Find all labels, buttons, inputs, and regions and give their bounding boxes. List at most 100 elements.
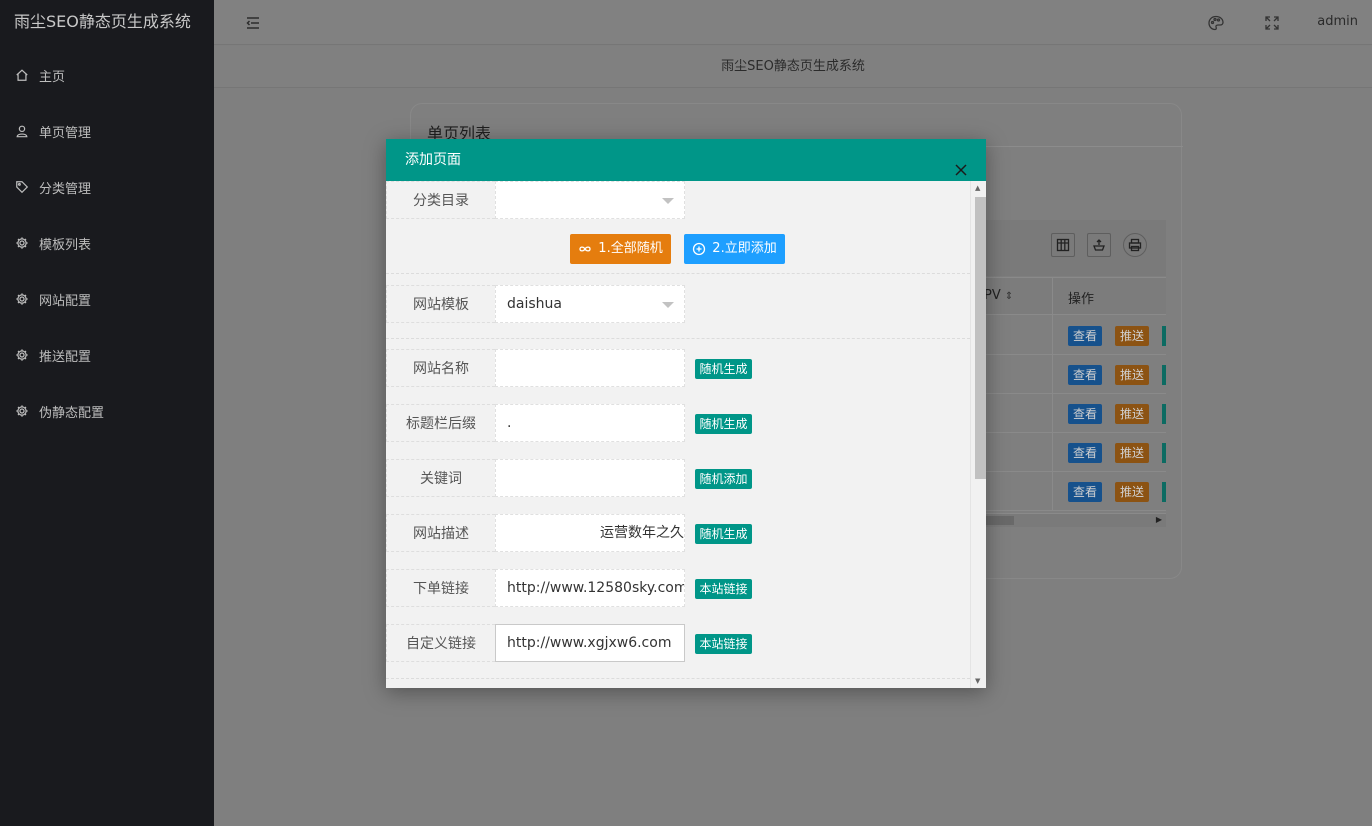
scrollbar-thumb[interactable] (975, 197, 986, 479)
column-header-pv[interactable]: PV ⇕ (984, 288, 1013, 303)
view-button[interactable]: 查看 (1068, 443, 1102, 463)
page-subtitle: 雨尘SEO静态页生成系统 (214, 46, 1372, 88)
sidebar-item-pages[interactable]: 单页管理 (0, 111, 214, 151)
view-button[interactable]: 查看 (1068, 365, 1102, 385)
random-generate-button[interactable]: 随机生成 (695, 524, 752, 544)
sidebar-item-categories[interactable]: 分类管理 (0, 167, 214, 207)
form-row-site-name: 网站名称 随机生成 (386, 349, 970, 387)
view-button[interactable]: 查看 (1068, 326, 1102, 346)
sidebar-item-label: 单页管理 (39, 125, 92, 141)
table-row: 查看 推送 (970, 316, 1166, 355)
form-row-title-suffix: 标题栏后缀 . 随机生成 (386, 404, 970, 442)
add-page-dialog: 添加页面 分类目录 1.全部随机 2.立即添加 网站模板 daishua 网站名… (386, 139, 986, 688)
gear-icon (14, 235, 30, 251)
field-label: 自定义链接 (386, 624, 495, 662)
sidebar-item-label: 伪静态配置 (39, 405, 105, 421)
plus-circle-icon (693, 242, 706, 256)
brand-title: 雨尘SEO静态页生成系统 (14, 12, 191, 31)
user-menu[interactable]: admin (1317, 14, 1358, 29)
random-all-button[interactable]: 1.全部随机 (570, 234, 671, 264)
form-row-description: 网站描述 运营数年之久 随机生成 (386, 514, 970, 552)
table-row: 查看 推送 (970, 433, 1166, 472)
field-label: 关键词 (386, 459, 495, 497)
sidebar-item-label: 分类管理 (39, 181, 92, 197)
view-button[interactable]: 查看 (1068, 482, 1102, 502)
dialog-header: 添加页面 (386, 139, 986, 181)
scroll-down-icon[interactable]: ▼ (975, 677, 980, 685)
site-name-input[interactable] (495, 349, 685, 387)
scrollbar-thumb[interactable] (984, 516, 1014, 525)
title-suffix-input[interactable]: . (495, 404, 685, 442)
edit-button[interactable] (1162, 404, 1166, 424)
column-header-actions: 操作 (1068, 292, 1095, 307)
table-row: 查看 推送 (970, 394, 1166, 433)
scroll-up-icon[interactable]: ▲ (975, 184, 980, 192)
fullscreen-icon[interactable] (1263, 14, 1281, 32)
custom-link-input[interactable]: http://www.xgjxw6.com (495, 624, 685, 662)
form-row-category: 分类目录 (386, 181, 970, 219)
close-icon[interactable] (954, 152, 970, 176)
push-button[interactable]: 推送 (1115, 482, 1149, 502)
site-link-button[interactable]: 本站链接 (695, 634, 752, 654)
edit-button[interactable] (1162, 326, 1166, 346)
divider (386, 273, 970, 274)
push-button[interactable]: 推送 (1115, 365, 1149, 385)
description-input[interactable]: 运营数年之久 (495, 514, 685, 552)
field-label: 标题栏后缀 (386, 404, 495, 442)
sidebar-item-label: 主页 (39, 69, 66, 85)
divider (386, 338, 970, 339)
random-generate-button[interactable]: 随机生成 (695, 414, 752, 434)
category-select[interactable] (495, 181, 685, 219)
menu-toggle-icon[interactable] (244, 14, 262, 32)
infinity-icon (579, 246, 591, 252)
sidebar-item-label: 模板列表 (39, 237, 92, 253)
push-button[interactable]: 推送 (1115, 326, 1149, 346)
divider (386, 678, 970, 679)
form-row-template: 网站模板 daishua (386, 285, 970, 323)
view-button[interactable]: 查看 (1068, 404, 1102, 424)
random-generate-button[interactable]: 随机生成 (695, 359, 752, 379)
field-label: 分类目录 (386, 181, 495, 219)
dialog-vertical-scrollbar[interactable]: ▲ ▼ (970, 181, 986, 688)
sidebar-item-home[interactable]: 主页 (0, 55, 214, 95)
order-link-input[interactable]: http://www.12580sky.com (495, 569, 685, 607)
column-divider (1052, 278, 1053, 316)
sidebar-item-rewrite-config[interactable]: 伪静态配置 (0, 391, 214, 431)
edit-button[interactable] (1162, 482, 1166, 502)
palette-icon[interactable] (1207, 14, 1225, 32)
gear-icon (14, 291, 30, 307)
table-row: 查看 推送 (970, 472, 1166, 511)
push-button[interactable]: 推送 (1115, 443, 1149, 463)
keywords-input[interactable] (495, 459, 685, 497)
form-row-keywords: 关键词 随机添加 (386, 459, 970, 497)
sidebar-item-templates[interactable]: 模板列表 (0, 223, 214, 263)
field-label: 网站名称 (386, 349, 495, 387)
dialog-body: 分类目录 1.全部随机 2.立即添加 网站模板 daishua 网站名称 随机生… (386, 181, 970, 688)
field-label: 下单链接 (386, 569, 495, 607)
sidebar-item-push-config[interactable]: 推送配置 (0, 335, 214, 375)
export-icon[interactable] (1087, 233, 1111, 257)
sidebar: 雨尘SEO静态页生成系统 主页 单页管理 分类管理 模板列表 网站配置 推送配置… (0, 0, 214, 826)
table-header: PV ⇕ 操作 (970, 277, 1166, 316)
edit-button[interactable] (1162, 443, 1166, 463)
print-icon[interactable] (1123, 233, 1147, 257)
sidebar-item-site-config[interactable]: 网站配置 (0, 279, 214, 319)
sidebar-item-label: 网站配置 (39, 293, 92, 309)
site-link-button[interactable]: 本站链接 (695, 579, 752, 599)
form-row-custom-link: 自定义链接 http://www.xgjxw6.com 本站链接 (386, 624, 970, 662)
push-button[interactable]: 推送 (1115, 404, 1149, 424)
field-label: 网站模板 (386, 285, 495, 323)
sidebar-item-label: 推送配置 (39, 349, 92, 365)
random-add-button[interactable]: 随机添加 (695, 469, 752, 489)
scroll-right-icon[interactable]: ▶ (1156, 515, 1162, 524)
columns-icon[interactable] (1051, 233, 1075, 257)
add-now-button[interactable]: 2.立即添加 (684, 234, 785, 264)
sort-icon[interactable]: ⇕ (1005, 291, 1013, 302)
gear-icon (14, 347, 30, 363)
edit-button[interactable] (1162, 365, 1166, 385)
table-toolbar (970, 220, 1166, 276)
table-row: 查看 推送 (970, 355, 1166, 394)
template-select[interactable]: daishua (495, 285, 685, 323)
field-label: 网站描述 (386, 514, 495, 552)
table-horizontal-scrollbar[interactable]: ▶ (970, 513, 1166, 527)
